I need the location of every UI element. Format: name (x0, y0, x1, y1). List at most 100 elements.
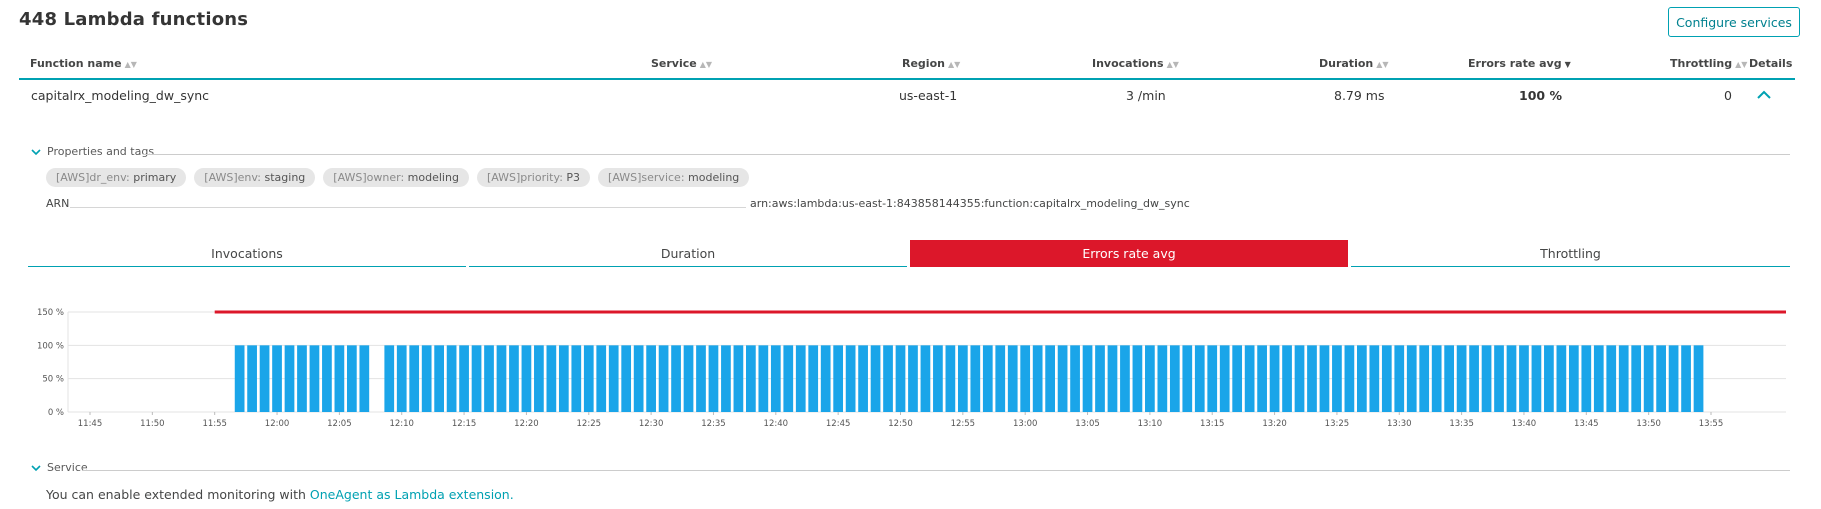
bar (521, 345, 532, 412)
bar (421, 345, 432, 412)
tab-throttling[interactable]: Throttling (1351, 240, 1790, 267)
bar (1344, 345, 1355, 412)
tag-chip[interactable]: [AWS]priority: P3 (476, 168, 591, 187)
bar (957, 345, 968, 412)
service-message: You can enable extended monitoring with … (46, 487, 514, 502)
bar (895, 345, 906, 412)
x-tick-label: 12:15 (452, 419, 477, 429)
bar (820, 345, 831, 412)
bar (309, 345, 320, 412)
bar (1419, 345, 1430, 412)
bar (434, 345, 445, 412)
bar (409, 345, 420, 412)
column-header-errors-rate[interactable]: Errors rate avg ▼ (1468, 57, 1571, 70)
bar (1531, 345, 1542, 412)
invocations-cell: 3 /min (1126, 88, 1166, 103)
bar (284, 345, 295, 412)
bar (1132, 345, 1143, 412)
bar (683, 345, 694, 412)
service-section-title: Service (47, 461, 88, 474)
bar (1207, 345, 1218, 412)
section-divider (83, 470, 1790, 471)
bar (1032, 345, 1043, 412)
column-header-invocations[interactable]: Invocations ▲▼ (1092, 57, 1179, 70)
sort-icon: ▲▼ (1166, 60, 1179, 69)
bar (858, 345, 868, 412)
bar (334, 345, 345, 412)
arn-label: ARN (46, 197, 70, 210)
table-row[interactable]: capitalrx_modeling_dw_sync us-east-1 3 /… (19, 82, 1795, 112)
service-section-toggle[interactable]: Service (30, 461, 88, 474)
x-tick-label: 13:50 (1636, 419, 1661, 429)
bar (259, 345, 270, 412)
column-header-throttling[interactable]: Throttling ▲▼ (1670, 57, 1747, 70)
x-tick-label: 12:00 (265, 419, 290, 429)
bar (982, 345, 993, 412)
bar (970, 345, 981, 412)
properties-section-toggle[interactable]: Properties and tags (30, 145, 154, 158)
x-tick-label: 12:05 (327, 419, 352, 429)
function-name-cell[interactable]: capitalrx_modeling_dw_sync (31, 88, 209, 103)
bar (1020, 345, 1031, 412)
oneagent-extension-link[interactable]: OneAgent as Lambda extension. (310, 487, 514, 502)
tab-duration[interactable]: Duration (469, 240, 907, 267)
arn-leader-line (70, 207, 746, 208)
bar (471, 345, 482, 412)
bar (721, 345, 731, 412)
bar (770, 345, 781, 412)
bar (496, 345, 507, 412)
bar (1406, 345, 1417, 412)
duration-cell: 8.79 ms (1334, 88, 1385, 103)
bar (272, 345, 282, 412)
tag-list: [AWS]dr_env: primary [AWS]env: staging [… (46, 168, 750, 187)
y-tick-label: 100 % (37, 341, 64, 351)
bar (1494, 345, 1504, 412)
x-tick-label: 13:40 (1512, 419, 1537, 429)
configure-services-button[interactable]: Configure services (1668, 7, 1800, 37)
collapse-details-button[interactable] (1753, 84, 1775, 106)
bar (1631, 345, 1642, 412)
x-tick-label: 13:45 (1574, 419, 1599, 429)
bar (633, 345, 644, 412)
bar (1145, 345, 1155, 412)
bar (1681, 345, 1691, 412)
column-header-region[interactable]: Region ▲▼ (902, 57, 960, 70)
tag-chip[interactable]: [AWS]env: staging (194, 168, 316, 187)
tab-errors-rate[interactable]: Errors rate avg (910, 240, 1348, 267)
tag-chip[interactable]: [AWS]owner: modeling (323, 168, 469, 187)
column-header-service[interactable]: Service ▲▼ (651, 57, 712, 70)
bar (696, 345, 706, 412)
x-tick-label: 12:10 (389, 419, 414, 429)
bar (870, 345, 881, 412)
bar (1556, 345, 1567, 412)
x-tick-label: 12:20 (514, 419, 539, 429)
bar (583, 345, 594, 412)
bar (1668, 345, 1679, 412)
column-header-duration[interactable]: Duration ▲▼ (1319, 57, 1389, 70)
bar (459, 345, 469, 412)
x-tick-label: 13:00 (1013, 419, 1038, 429)
x-tick-label: 11:45 (78, 419, 103, 429)
tag-chip[interactable]: [AWS]service: modeling (598, 168, 750, 187)
bar (621, 345, 632, 412)
bar (509, 345, 519, 412)
bar (1369, 345, 1380, 412)
x-tick-label: 13:15 (1200, 419, 1225, 429)
arn-value: arn:aws:lambda:us-east-1:843858144355:fu… (750, 197, 1190, 210)
y-tick-label: 150 % (37, 308, 64, 318)
sort-icon: ▲▼ (947, 60, 961, 69)
bar (833, 345, 844, 412)
x-tick-label: 13:20 (1262, 419, 1287, 429)
tag-chip[interactable]: [AWS]dr_env: primary (46, 168, 187, 187)
x-tick-label: 12:45 (826, 419, 851, 429)
bar (359, 345, 370, 412)
bar (234, 345, 245, 412)
tab-invocations[interactable]: Invocations (28, 240, 466, 267)
sort-icon: ▲▼ (124, 60, 137, 69)
bar (658, 345, 669, 412)
bar (247, 345, 257, 412)
column-header-function-name[interactable]: Function name ▲▼ (30, 57, 137, 70)
column-header-details: Details (1749, 57, 1793, 70)
y-tick-label: 0 % (48, 408, 64, 418)
sort-desc-icon: ▼ (1564, 60, 1571, 69)
